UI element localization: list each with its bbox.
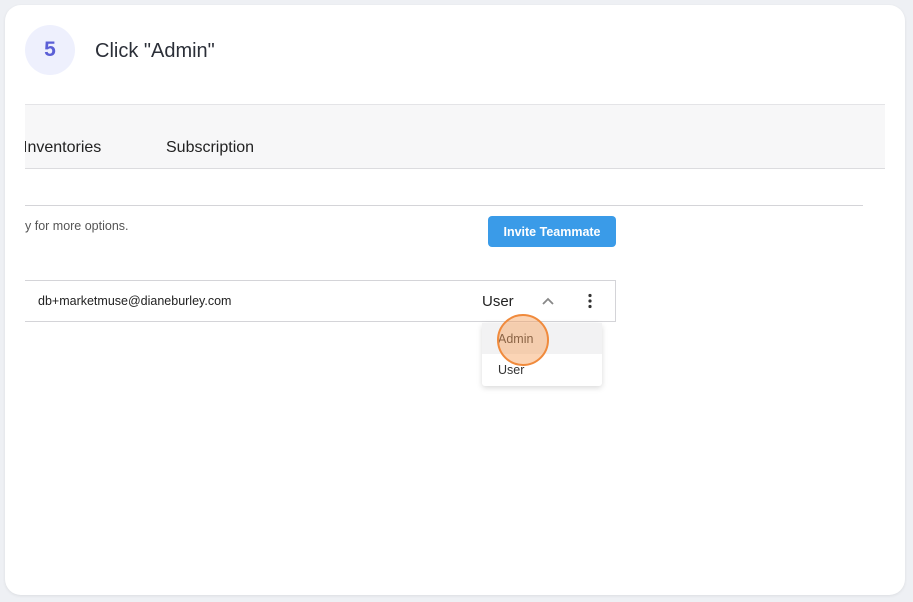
member-role-select[interactable]: User <box>482 293 514 310</box>
tab-inventories[interactable]: Inventories <box>25 139 101 157</box>
step-number-badge: 5 <box>25 25 75 75</box>
tab-subscription[interactable]: Subscription <box>166 139 254 157</box>
settings-tab-bar: Inventories Subscription <box>25 104 885 169</box>
team-hint-text: y for more options. <box>25 219 129 233</box>
step-instruction: Click "Admin" <box>95 40 215 62</box>
chevron-up-icon[interactable] <box>540 294 556 308</box>
section-divider <box>25 205 863 206</box>
invite-teammate-button[interactable]: Invite Teammate <box>488 216 616 247</box>
screenshot-region: Inventories Subscription y for more opti… <box>25 104 885 524</box>
click-target-highlight <box>497 314 549 366</box>
step-card: 5 Click "Admin" Inventories Subscription… <box>5 5 905 595</box>
member-email: db+marketmuse@dianeburley.com <box>38 294 232 308</box>
more-vertical-icon[interactable] <box>582 292 598 310</box>
role-option-user[interactable]: User <box>482 354 602 385</box>
